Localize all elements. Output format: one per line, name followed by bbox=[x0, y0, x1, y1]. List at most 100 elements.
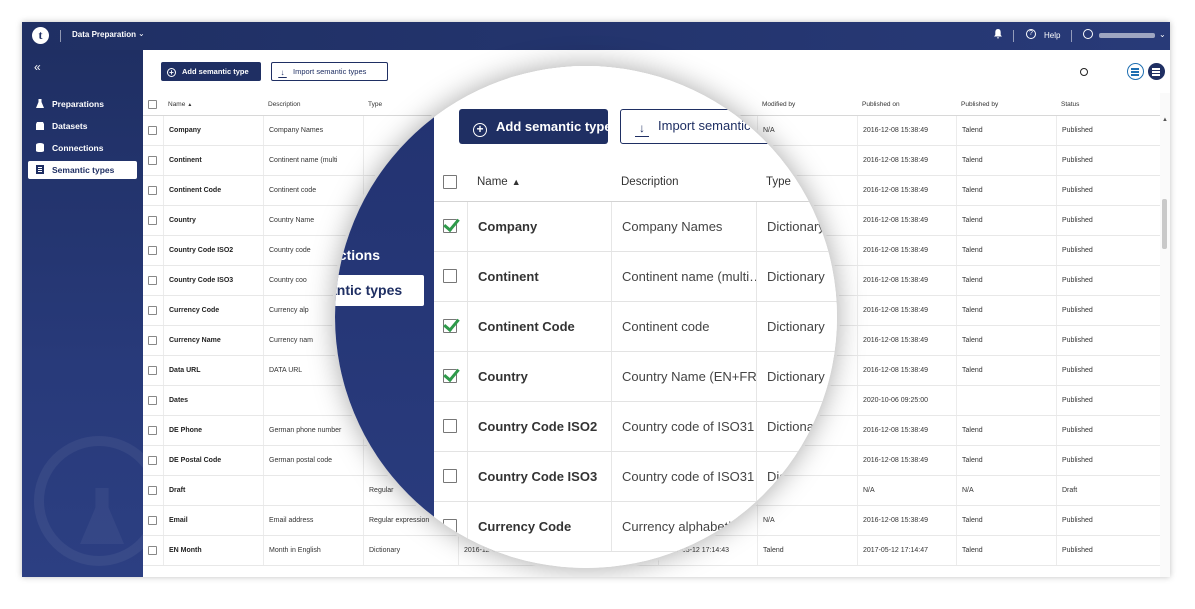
select-all-checkbox[interactable] bbox=[148, 100, 157, 109]
column-header[interactable]: Status bbox=[1056, 93, 1161, 115]
cell-status: Published bbox=[1056, 176, 1161, 205]
sort-ascending-icon[interactable]: ▲ bbox=[512, 177, 521, 187]
row-checkbox[interactable] bbox=[443, 419, 457, 433]
add-semantic-type-button[interactable]: + Add semantic type bbox=[161, 62, 261, 81]
lens-sidebar-item-datasets[interactable]: s bbox=[335, 210, 432, 226]
sidebar-item-semantic-types[interactable]: Semantic types bbox=[28, 161, 137, 179]
cell-published-on: 2016-12-08 15:38:49 bbox=[857, 206, 956, 235]
lens-table-row[interactable]: Continent Continent name (multi… Dictionar… bbox=[434, 252, 837, 302]
sidebar: « Preparations Datasets Connections Sema… bbox=[22, 50, 143, 577]
row-checkbox[interactable] bbox=[148, 156, 157, 165]
lens-table-row[interactable]: Currency Code Currency alphabetic c bbox=[434, 502, 837, 552]
divider bbox=[1071, 30, 1072, 42]
lens-main: + Add semantic type ↓ Import semantic ty N… bbox=[434, 66, 837, 568]
table-scrollbar[interactable]: ▲ bbox=[1160, 93, 1170, 577]
row-checkbox[interactable] bbox=[148, 486, 157, 495]
cell-name: Country Code ISO3 bbox=[163, 266, 263, 295]
talend-logo-icon[interactable]: t bbox=[32, 27, 49, 44]
help-icon[interactable]: ? bbox=[1026, 29, 1036, 39]
cell-status: Published bbox=[1056, 326, 1161, 355]
lens-column-header[interactable]: Type bbox=[756, 162, 837, 201]
checked-checkbox[interactable] bbox=[443, 369, 457, 383]
lens-sidebar-item-semantic-types[interactable]: antic types bbox=[335, 275, 424, 306]
cell-status: Published bbox=[1056, 356, 1161, 385]
sidebar-item-datasets[interactable]: Datasets bbox=[28, 117, 137, 135]
sidebar-item-connections[interactable]: Connections bbox=[28, 139, 137, 157]
cell-published-on: 2016-12-08 15:38:49 bbox=[857, 176, 956, 205]
row-checkbox[interactable] bbox=[148, 246, 157, 255]
column-header-label: Published by bbox=[961, 101, 999, 108]
sidebar-item-preparations[interactable]: Preparations bbox=[28, 95, 137, 113]
row-checkbox[interactable] bbox=[148, 456, 157, 465]
table-view-icon[interactable] bbox=[1148, 63, 1165, 80]
checked-checkbox[interactable] bbox=[443, 319, 457, 333]
lens-column-header[interactable]: Description bbox=[611, 162, 756, 201]
row-checkbox[interactable] bbox=[443, 269, 457, 283]
cell-published-on: 2020-10-06 09:25:00 bbox=[857, 386, 956, 415]
import-icon: ↓ bbox=[278, 69, 287, 78]
row-checkbox[interactable] bbox=[148, 216, 157, 225]
lens-cell-description: Country Name (EN+FR) bbox=[611, 352, 756, 401]
divider bbox=[1013, 30, 1014, 42]
list-view-icon[interactable] bbox=[1127, 63, 1144, 80]
cell-published-on: N/A bbox=[857, 476, 956, 505]
row-checkbox[interactable] bbox=[148, 306, 157, 315]
lens-cell-description: Country code of ISO31… bbox=[611, 402, 756, 451]
lens-sidebar-item-preparations[interactable]: ns bbox=[343, 173, 434, 189]
cell-published-by: Talend bbox=[956, 176, 1056, 205]
lens-table-row[interactable]: Country Code ISO2 Country code of ISO31… D… bbox=[434, 402, 837, 452]
lens-add-semantic-type-button[interactable]: + Add semantic type bbox=[459, 109, 612, 144]
lens-select-all-checkbox[interactable] bbox=[443, 175, 457, 189]
column-header[interactable]: Name ▲ bbox=[163, 93, 263, 115]
row-checkbox[interactable] bbox=[148, 366, 157, 375]
lens-cell-name: Country Code ISO2 bbox=[467, 402, 611, 451]
chevron-down-icon[interactable]: ⌄ bbox=[138, 29, 145, 38]
lens-cell-type: Dict bbox=[756, 452, 837, 501]
sort-ascending-icon[interactable]: ▲ bbox=[187, 102, 192, 108]
lens-column-header-label: Type bbox=[766, 176, 791, 188]
help-link[interactable]: Help bbox=[1044, 31, 1060, 40]
user-name-redacted[interactable] bbox=[1099, 33, 1155, 38]
lens-table-row[interactable]: Company Company Names Dictionary bbox=[434, 202, 837, 252]
lens-cell-name: Company bbox=[467, 202, 611, 251]
lens-table-row[interactable]: Country Country Name (EN+FR) Dictionary bbox=[434, 352, 837, 402]
bell-icon[interactable] bbox=[994, 29, 1002, 39]
row-checkbox[interactable] bbox=[148, 546, 157, 555]
divider bbox=[60, 30, 61, 42]
row-checkbox[interactable] bbox=[148, 426, 157, 435]
lens-cell-name: Currency Code bbox=[467, 502, 611, 551]
scroll-up-icon[interactable]: ▲ bbox=[1162, 117, 1168, 123]
chevron-down-icon[interactable]: ⌄ bbox=[1159, 30, 1166, 39]
row-checkbox[interactable] bbox=[443, 519, 457, 533]
lens-sidebar-item-connections[interactable]: ections bbox=[335, 247, 430, 263]
plus-circle-icon: + bbox=[167, 68, 176, 77]
app-switcher-title[interactable]: Data Preparation bbox=[72, 30, 136, 39]
lens-column-header[interactable]: Name ▲ bbox=[467, 162, 611, 201]
lens-table-row[interactable]: Continent Code Continent code Dictionary bbox=[434, 302, 837, 352]
row-checkbox[interactable] bbox=[148, 516, 157, 525]
column-header[interactable]: Published on bbox=[857, 93, 956, 115]
cell-status: Published bbox=[1056, 416, 1161, 445]
lens-import-semantic-types-button[interactable]: ↓ Import semantic ty bbox=[620, 109, 770, 144]
lens-table-row[interactable]: Country Code ISO3 Country code of ISO31… D… bbox=[434, 452, 837, 502]
row-checkbox[interactable] bbox=[443, 469, 457, 483]
scrollbar-thumb[interactable] bbox=[1162, 199, 1167, 249]
checked-checkbox[interactable] bbox=[443, 219, 457, 233]
lens-column-header-label: Name bbox=[477, 176, 508, 188]
row-checkbox[interactable] bbox=[148, 336, 157, 345]
lens-cell-description: Currency alphabetic c bbox=[611, 502, 756, 551]
row-checkbox[interactable] bbox=[148, 396, 157, 405]
cell-published-on: 2016-12-08 15:38:49 bbox=[857, 296, 956, 325]
cell-published-on: 2016-12-08 15:38:49 bbox=[857, 356, 956, 385]
cell-name: Company bbox=[163, 116, 263, 145]
column-header[interactable]: Published by bbox=[956, 93, 1056, 115]
collapse-sidebar-icon[interactable]: « bbox=[34, 60, 41, 74]
row-checkbox[interactable] bbox=[148, 126, 157, 135]
user-avatar-icon[interactable] bbox=[1083, 29, 1093, 39]
search-icon[interactable] bbox=[1080, 68, 1088, 76]
cell-status: Published bbox=[1056, 266, 1161, 295]
row-checkbox[interactable] bbox=[148, 186, 157, 195]
cell-name: Currency Code bbox=[163, 296, 263, 325]
cell-name: Data URL bbox=[163, 356, 263, 385]
row-checkbox[interactable] bbox=[148, 276, 157, 285]
